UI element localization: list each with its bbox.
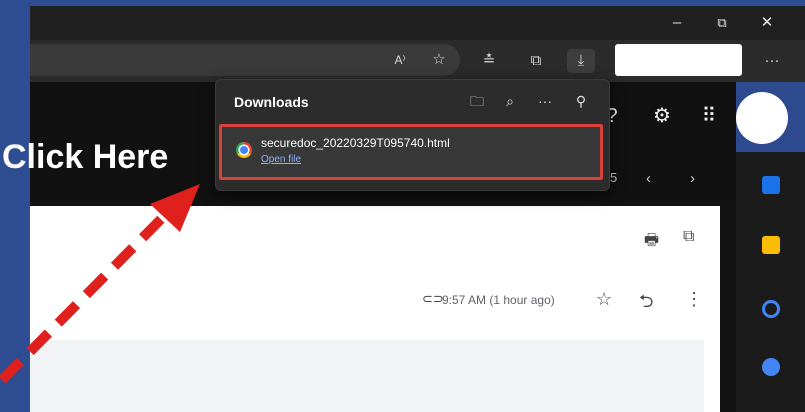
calendar-icon[interactable] (762, 176, 780, 194)
pin-icon[interactable]: ⚲ (570, 91, 592, 111)
close-button[interactable]: ✕ (752, 12, 782, 34)
attachment-icon: ⊂⊃ (422, 291, 444, 306)
prev-page-icon[interactable]: ‹ (646, 170, 651, 187)
email-time: 9:57 AM (1 hour ago) (442, 293, 555, 307)
star-icon[interactable]: ☆ (596, 289, 612, 310)
address-bar[interactable]: A⁾ ☆ (30, 44, 460, 76)
title-bar: – ⧉ ✕ (30, 6, 805, 40)
print-icon[interactable]: 🖶 (644, 229, 659, 256)
chrome-file-icon (236, 142, 252, 158)
search-icon[interactable]: ⌕ (499, 91, 521, 111)
dashed-arrow (0, 184, 200, 384)
click-here-callout: Click Here (2, 138, 169, 176)
settings-icon[interactable]: ⚙ (648, 102, 676, 130)
read-aloud-icon[interactable]: A⁾ (386, 48, 414, 72)
restore-button[interactable]: ⧉ (707, 12, 737, 34)
side-panel (736, 152, 805, 412)
tasks-icon[interactable] (762, 300, 780, 318)
reply-icon[interactable]: ⮌ (639, 289, 653, 319)
favorite-add-icon[interactable]: ☆ (425, 48, 453, 72)
download-item[interactable]: securedoc_20220329T095740.html Open file (219, 124, 603, 180)
minimize-button[interactable]: – (662, 12, 692, 34)
more-icon[interactable]: ··· (758, 49, 786, 73)
more-icon[interactable]: ··· (534, 91, 556, 111)
favorites-icon[interactable]: ≛ (475, 49, 503, 73)
apps-icon[interactable]: ⠿ (695, 102, 723, 130)
profile-button[interactable] (615, 44, 742, 76)
next-page-icon[interactable]: › (690, 170, 695, 187)
browser-toolbar: A⁾ ☆ ≛ ⧉ ⤓ ··· (30, 40, 805, 82)
folder-icon[interactable]: 🗀 (466, 91, 488, 111)
open-file-link[interactable]: Open file (261, 154, 301, 165)
avatar[interactable] (736, 92, 788, 144)
downloads-title: Downloads (234, 94, 309, 110)
collections-icon[interactable]: ⧉ (522, 49, 550, 73)
contacts-icon[interactable] (762, 358, 780, 376)
download-filename: securedoc_20220329T095740.html (261, 136, 450, 150)
more-options-icon[interactable]: ⋮ (685, 289, 703, 310)
downloads-icon[interactable]: ⤓ (567, 49, 595, 73)
open-new-window-icon[interactable]: ⧉ (683, 228, 694, 246)
keep-icon[interactable] (762, 236, 780, 254)
downloads-panel: Downloads 🗀 ⌕ ··· ⚲ securedoc_20220329T0… (215, 79, 610, 191)
arrow-shaft (0, 204, 176, 384)
pager-count: 5 (610, 170, 618, 185)
